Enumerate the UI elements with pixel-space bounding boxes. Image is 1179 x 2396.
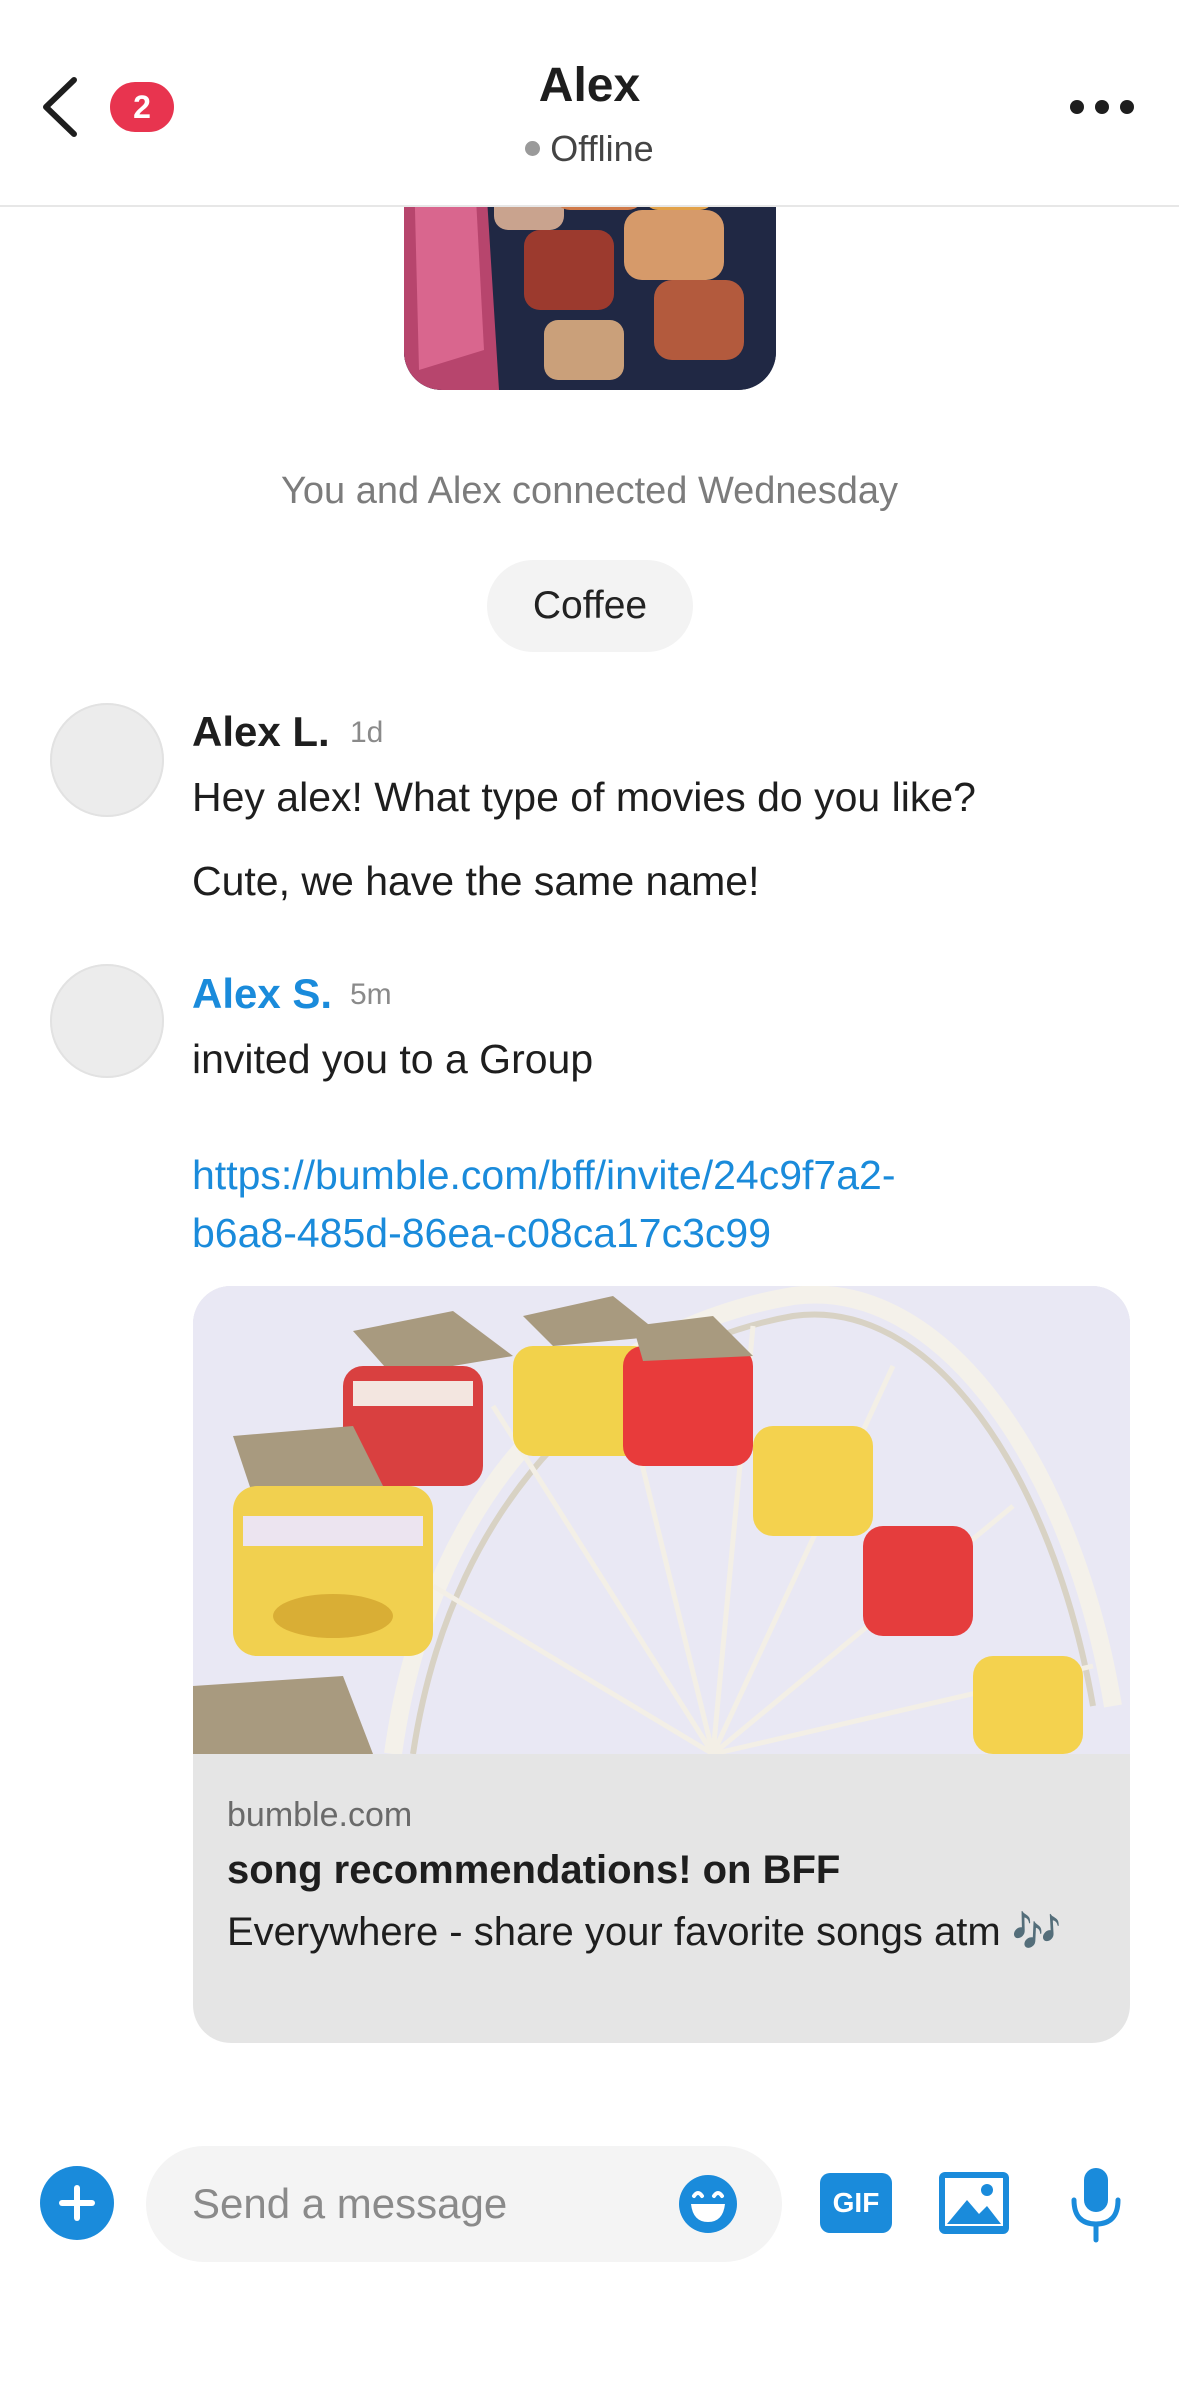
invite-link[interactable]: https://bumble.com/bff/invite/24c9f7a2- … <box>192 1146 895 1262</box>
message-time: 5m <box>350 978 392 1011</box>
avatar[interactable] <box>50 964 164 1078</box>
photo-icon[interactable] <box>937 2170 1011 2236</box>
online-status: Offline <box>0 128 1179 170</box>
sender-name[interactable]: Alex L. <box>192 708 330 756</box>
microphone-icon[interactable] <box>1066 2164 1126 2244</box>
status-label: Offline <box>550 128 654 169</box>
emoji-icon[interactable] <box>678 2174 738 2234</box>
gif-button[interactable]: GIF <box>820 2173 892 2233</box>
message-input[interactable]: Send a message <box>146 2146 782 2262</box>
sender-name[interactable]: Alex S. <box>192 970 332 1018</box>
add-attachment-icon[interactable] <box>40 2166 114 2240</box>
chat-title[interactable]: Alex <box>0 58 1179 113</box>
status-dot-icon <box>525 140 541 156</box>
link-title: song recommendations! on BFF <box>227 1848 841 1892</box>
invite-link-line[interactable]: b6a8-485d-86ea-c08ca17c3c99 <box>192 1204 895 1262</box>
message-input-placeholder[interactable]: Send a message <box>192 2180 507 2228</box>
link-description: Everywhere - share your favorite songs a… <box>227 1910 1062 1954</box>
message-text[interactable]: invited you to a Group <box>192 1036 593 1083</box>
more-options-icon[interactable] <box>1070 92 1134 122</box>
link-preview-card[interactable]: bumble.com song recommendations! on BFF … <box>193 1286 1130 2043</box>
message-time: 1d <box>350 716 384 749</box>
message-text[interactable]: Hey alex! What type of movies do you lik… <box>192 774 976 821</box>
message-text[interactable]: Cute, we have the same name! <box>192 858 759 905</box>
invite-link-line[interactable]: https://bumble.com/bff/invite/24c9f7a2- <box>192 1146 895 1204</box>
link-domain: bumble.com <box>227 1796 413 1834</box>
chat-header: 2 Alex Offline <box>0 0 1179 207</box>
connected-notice: You and Alex connected Wednesday <box>281 470 898 512</box>
interest-chip[interactable]: Coffee <box>487 560 693 652</box>
avatar[interactable] <box>50 703 164 817</box>
link-preview-image <box>193 1286 1130 1757</box>
